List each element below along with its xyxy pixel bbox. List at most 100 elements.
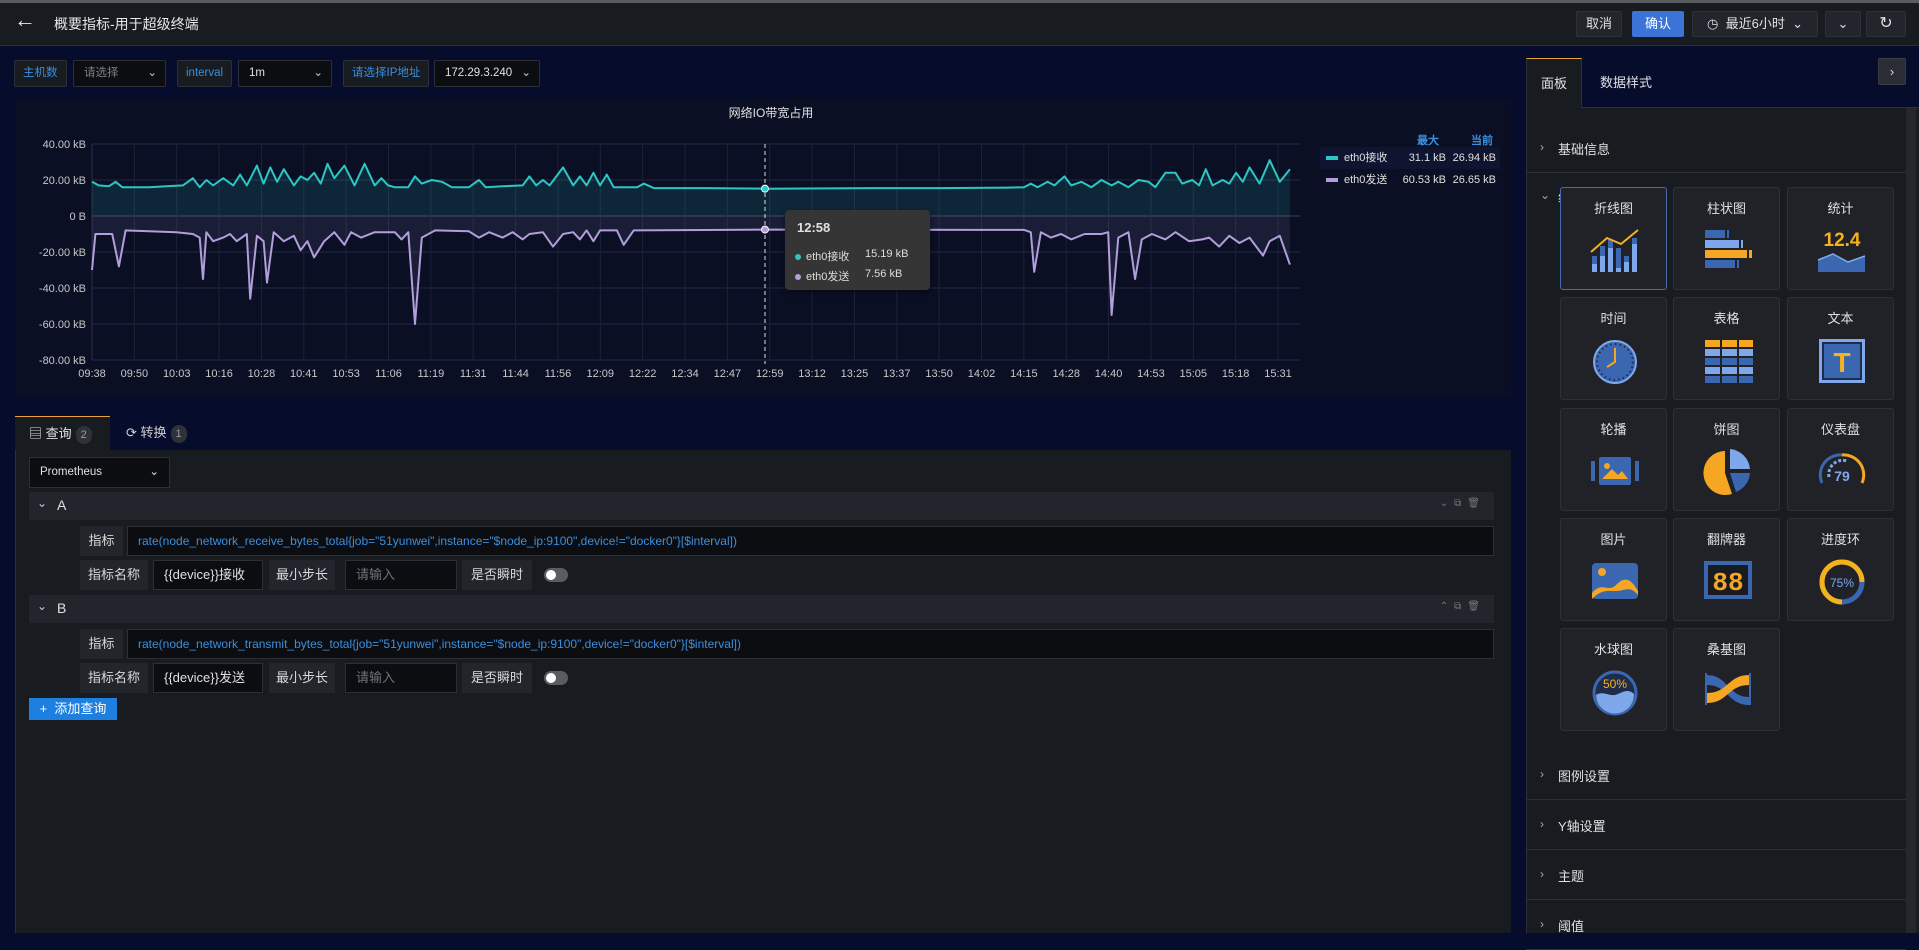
- image-icon: [1592, 563, 1638, 599]
- min-step-input[interactable]: 请输入: [345, 560, 457, 590]
- back-arrow-icon[interactable]: ←: [14, 9, 38, 33]
- query-id: B: [57, 600, 67, 616]
- x-tick-label: 15:18: [1222, 368, 1250, 380]
- section-basic-info[interactable]: › 基础信息: [1526, 123, 1906, 173]
- tab-data-style[interactable]: 数据样式: [1586, 58, 1666, 108]
- component-stat[interactable]: 统计 12.4: [1787, 187, 1894, 290]
- collapse-panel-button[interactable]: ›: [1878, 58, 1906, 85]
- component-table[interactable]: 表格: [1673, 297, 1780, 400]
- query-actions[interactable]: ⌄⧉🗑: [1440, 498, 1486, 509]
- legend-max-value: 60.53 kB: [1402, 174, 1446, 186]
- time-options-dropdown[interactable]: ⌄: [1825, 11, 1861, 37]
- add-query-button[interactable]: + 添加查询: [29, 698, 117, 720]
- component-flip-counter[interactable]: 翻牌器 88: [1673, 518, 1780, 621]
- component-label: 水球图: [1593, 642, 1633, 657]
- chevron-up-icon[interactable]: ⌃: [1440, 601, 1454, 612]
- min-step-input[interactable]: 请输入: [345, 663, 457, 693]
- legend-series-name: eth0接收: [1344, 152, 1388, 164]
- query-header-A[interactable]: ⌄ A ⌄⧉🗑: [29, 492, 1494, 520]
- chart-title: 网络IO带宽占用: [729, 105, 814, 120]
- query-header-B[interactable]: ⌄ B ⌃⧉🗑: [29, 595, 1494, 623]
- ip-address-label: 请选择IP地址: [343, 60, 430, 87]
- delete-icon[interactable]: 🗑: [1467, 601, 1486, 612]
- x-tick-label: 10:53: [332, 368, 360, 380]
- flip-counter-icon: 88: [1704, 561, 1752, 599]
- component-label: 图片: [1600, 532, 1627, 547]
- x-tick-label: 11:19: [417, 368, 444, 380]
- component-clock[interactable]: 时间: [1560, 297, 1667, 400]
- chevron-down-icon[interactable]: ⌄: [1440, 498, 1454, 509]
- x-tick-label: 12:22: [629, 368, 657, 380]
- chevron-right-icon: ›: [1540, 767, 1544, 781]
- section-legend-settings[interactable]: › 图例设置: [1526, 750, 1906, 800]
- confirm-button[interactable]: 确认: [1632, 11, 1684, 37]
- component-progress-ring[interactable]: 进度环 75%: [1787, 518, 1894, 621]
- legend-name-input[interactable]: {{device}}接收: [153, 560, 263, 590]
- page-title: 概要指标-用于超级终端: [54, 16, 199, 32]
- chevron-down-icon: ⌄: [37, 599, 48, 613]
- component-label: 进度环: [1820, 532, 1860, 547]
- section-theme-settings[interactable]: › 主题: [1526, 850, 1906, 900]
- cancel-button[interactable]: 取消: [1576, 11, 1622, 37]
- component-text[interactable]: 文本 T: [1787, 297, 1894, 400]
- hover-point: [760, 225, 769, 234]
- component-label: 文本: [1827, 311, 1854, 326]
- component-line-chart[interactable]: 折线图: [1560, 187, 1667, 290]
- settings-scrollbar[interactable]: [1906, 108, 1916, 933]
- x-tick-label: 10:41: [290, 368, 318, 380]
- refresh-button[interactable]: ↻: [1866, 11, 1906, 37]
- tab-label: 转换: [140, 425, 167, 440]
- section-y-axis-settings[interactable]: › Y轴设置: [1526, 800, 1906, 850]
- tab-transform[interactable]: ⟳ 转换 1: [112, 416, 202, 450]
- metric-expression-input[interactable]: rate(node_network_transmit_bytes_total{j…: [127, 629, 1494, 659]
- component-bar-chart[interactable]: 柱状图: [1673, 187, 1780, 290]
- component-image[interactable]: 图片: [1560, 518, 1667, 621]
- tab-panel[interactable]: 面板: [1526, 58, 1582, 108]
- clock-icon: [1593, 340, 1637, 384]
- delete-icon[interactable]: 🗑: [1467, 498, 1486, 509]
- tab-query[interactable]: ▤ 查询 2: [15, 416, 110, 450]
- time-range-picker[interactable]: ◷ 最近6小时 ⌄: [1692, 11, 1818, 37]
- component-gauge[interactable]: 仪表盘 79: [1787, 408, 1894, 511]
- carousel-icon: [1591, 457, 1639, 485]
- instant-toggle[interactable]: [544, 568, 568, 582]
- tooltip-value: 7.56 kB: [865, 268, 903, 280]
- legend-item-tx[interactable]: eth0发送 60.53 kB 26.65 kB: [1320, 169, 1500, 191]
- section-label: Y轴设置: [1558, 819, 1606, 834]
- x-tick-label: 15:05: [1180, 368, 1208, 380]
- svg-text:T: T: [1833, 347, 1850, 378]
- legend-item-rx[interactable]: eth0接收 31.1 kB 26.94 kB: [1320, 147, 1500, 169]
- query-actions[interactable]: ⌃⧉🗑: [1440, 601, 1486, 612]
- instant-toggle[interactable]: [544, 671, 568, 685]
- svg-text:88: 88: [1712, 568, 1743, 598]
- datasource-select[interactable]: Prometheus ⌄: [29, 457, 170, 488]
- ip-address-select[interactable]: 172.29.3.240 ⌄: [434, 60, 540, 87]
- plus-icon: +: [39, 701, 48, 716]
- y-tick-label: 0 B: [69, 211, 86, 223]
- chevron-right-icon: ›: [1540, 817, 1544, 831]
- svg-text:12.4: 12.4: [1824, 230, 1861, 251]
- stat-icon: 12.4: [1817, 230, 1866, 272]
- section-threshold-settings[interactable]: › 阈值: [1526, 900, 1906, 950]
- series-dot-icon: [795, 274, 801, 281]
- line-chart[interactable]: 网络IO带宽占用 40.00 kB 20.00 kB 0 B -20.00 kB -40.…: [15, 98, 1511, 398]
- component-sankey[interactable]: 桑基图: [1673, 628, 1780, 731]
- legend-name-label: 指标名称: [80, 560, 148, 590]
- component-pie-chart[interactable]: 饼图: [1673, 408, 1780, 511]
- legend-name-input[interactable]: {{device}}发送: [153, 663, 263, 693]
- datasource-value: Prometheus: [40, 466, 103, 478]
- component-carousel[interactable]: 轮播: [1560, 408, 1667, 511]
- component-liquid-fill[interactable]: 水球图 50%: [1560, 628, 1667, 731]
- metric-expression-input[interactable]: rate(node_network_receive_bytes_total{jo…: [127, 526, 1494, 556]
- section-label: 基础信息: [1558, 142, 1611, 157]
- host-count-select[interactable]: 请选择 ⌄: [73, 60, 166, 87]
- legend-header-max: 最大: [1417, 135, 1439, 147]
- time-range-label: 最近6小时: [1725, 16, 1785, 31]
- interval-select[interactable]: 1m ⌄: [238, 60, 332, 87]
- copy-icon[interactable]: ⧉: [1454, 498, 1467, 509]
- legend-header-current: 当前: [1471, 135, 1493, 147]
- copy-icon[interactable]: ⧉: [1454, 601, 1467, 612]
- y-tick-label: -60.00 kB: [39, 319, 86, 331]
- tab-count-badge: 1: [170, 424, 187, 443]
- chevron-down-icon: ⌄: [521, 67, 531, 79]
